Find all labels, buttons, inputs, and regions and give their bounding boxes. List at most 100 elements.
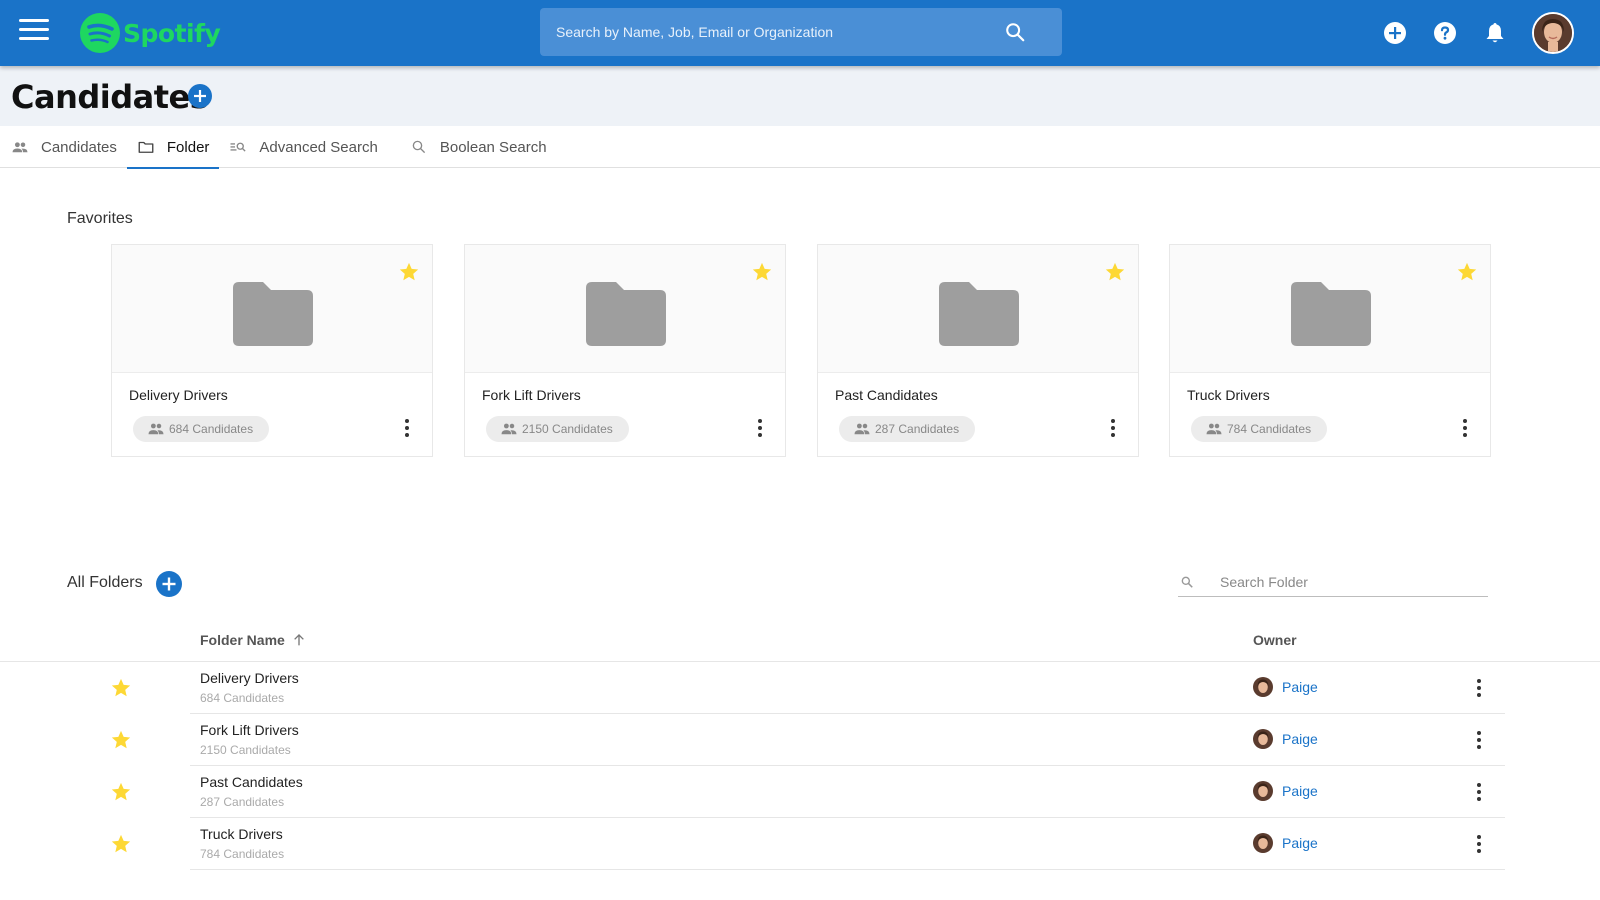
card-thumbnail bbox=[112, 245, 432, 373]
favorite-star-icon[interactable] bbox=[110, 833, 132, 855]
favorite-star-icon[interactable] bbox=[398, 261, 420, 283]
owner-link[interactable]: Paige bbox=[1253, 677, 1318, 697]
candidate-count-chip: 684 Candidates bbox=[133, 416, 270, 442]
favorite-star-icon[interactable] bbox=[110, 781, 132, 803]
candidate-count-chip: 784 Candidates bbox=[1191, 416, 1328, 442]
row-folder-name: Delivery Drivers bbox=[200, 670, 299, 686]
owner-avatar bbox=[1253, 729, 1273, 749]
hamburger-menu-icon[interactable] bbox=[19, 19, 51, 47]
top-actions bbox=[1358, 12, 1574, 54]
favorite-star-icon[interactable] bbox=[1104, 261, 1126, 283]
page-title: Candidates bbox=[11, 78, 209, 116]
tab-advanced-search[interactable]: Advanced Search bbox=[219, 126, 387, 168]
global-search-input[interactable] bbox=[556, 24, 1004, 40]
favorite-star-icon[interactable] bbox=[110, 677, 132, 699]
candidate-count-chip: 287 Candidates bbox=[839, 416, 976, 442]
table-row[interactable]: Fork Lift Drivers 2150 Candidates Paige bbox=[111, 714, 1505, 766]
candidate-count: 287 Candidates bbox=[875, 422, 960, 436]
spotify-logo-icon bbox=[80, 13, 120, 53]
more-options-icon[interactable] bbox=[1472, 831, 1486, 857]
row-candidate-count: 784 Candidates bbox=[200, 847, 285, 861]
owner-avatar bbox=[1253, 677, 1273, 697]
advanced-search-icon bbox=[230, 142, 247, 152]
row-candidate-count: 2150 Candidates bbox=[200, 743, 291, 757]
owner-name: Paige bbox=[1282, 679, 1318, 695]
search-icon bbox=[1181, 576, 1193, 588]
add-folder-icon[interactable] bbox=[156, 571, 182, 597]
owner-link[interactable]: Paige bbox=[1253, 833, 1318, 853]
card-thumbnail bbox=[465, 245, 785, 373]
tab-label: Folder bbox=[166, 138, 210, 156]
brand-logo[interactable]: Spotify bbox=[79, 12, 221, 54]
card-folder-name: Truck Drivers bbox=[1187, 387, 1270, 403]
favorite-card[interactable]: Past Candidates 287 Candidates bbox=[817, 244, 1139, 457]
more-options-icon[interactable] bbox=[400, 415, 414, 441]
candidate-count: 2150 Candidates bbox=[522, 422, 613, 436]
more-options-icon[interactable] bbox=[1472, 779, 1486, 805]
folder-search bbox=[1178, 567, 1488, 597]
card-folder-name: Delivery Drivers bbox=[129, 387, 228, 403]
more-options-icon[interactable] bbox=[1472, 727, 1486, 753]
owner-avatar bbox=[1253, 781, 1273, 801]
help-icon bbox=[1434, 22, 1456, 44]
row-candidate-count: 684 Candidates bbox=[200, 691, 285, 705]
favorite-card[interactable]: Truck Drivers 784 Candidates bbox=[1169, 244, 1491, 457]
tab-label: Candidates bbox=[41, 138, 117, 156]
folder-icon bbox=[939, 282, 1019, 346]
top-app-bar: Spotify bbox=[0, 0, 1600, 66]
owner-link[interactable]: Paige bbox=[1253, 729, 1318, 749]
favorite-star-icon[interactable] bbox=[1456, 261, 1478, 283]
owner-name: Paige bbox=[1282, 835, 1318, 851]
owner-column-header[interactable]: Owner bbox=[1253, 632, 1297, 648]
bell-icon bbox=[1486, 23, 1504, 43]
folder-icon bbox=[233, 282, 313, 346]
all-folders-heading: All Folders bbox=[67, 574, 143, 591]
tab-candidates[interactable]: Candidates bbox=[11, 126, 127, 168]
table-row[interactable]: Truck Drivers 784 Candidates Paige bbox=[111, 818, 1505, 870]
add-candidate-icon[interactable] bbox=[188, 84, 212, 108]
row-folder-name: Truck Drivers bbox=[200, 826, 283, 842]
folder-icon bbox=[1291, 282, 1371, 346]
global-search bbox=[540, 8, 1062, 56]
favorite-star-icon[interactable] bbox=[110, 729, 132, 751]
candidate-count: 684 Candidates bbox=[169, 422, 254, 436]
more-options-icon[interactable] bbox=[1458, 415, 1472, 441]
add-button[interactable] bbox=[1382, 20, 1408, 46]
candidate-count: 784 Candidates bbox=[1227, 422, 1312, 436]
page-header: Candidates bbox=[0, 66, 1600, 126]
favorite-card[interactable]: Fork Lift Drivers 2150 Candidates bbox=[464, 244, 786, 457]
column-label: Folder Name bbox=[200, 632, 285, 648]
notifications-button[interactable] bbox=[1482, 20, 1508, 46]
table-row[interactable]: Delivery Drivers 684 Candidates Paige bbox=[111, 662, 1505, 714]
people-icon bbox=[12, 142, 28, 153]
search-icon bbox=[412, 140, 425, 154]
tab-label: Advanced Search bbox=[259, 138, 378, 156]
tab-folder[interactable]: Folder bbox=[126, 126, 220, 169]
more-options-icon[interactable] bbox=[1106, 415, 1120, 441]
brand-name: Spotify bbox=[123, 18, 221, 48]
row-folder-name: Past Candidates bbox=[200, 774, 303, 790]
folder-icon bbox=[586, 282, 666, 346]
sort-ascending-icon bbox=[294, 634, 304, 646]
owner-link[interactable]: Paige bbox=[1253, 781, 1318, 801]
candidate-count-chip: 2150 Candidates bbox=[486, 416, 629, 442]
tab-label: Boolean Search bbox=[439, 138, 547, 156]
column-label: Owner bbox=[1253, 632, 1297, 648]
favorite-card[interactable]: Delivery Drivers 684 Candidates bbox=[111, 244, 433, 457]
folder-name-column-header[interactable]: Folder Name bbox=[200, 632, 307, 648]
more-options-icon[interactable] bbox=[753, 415, 767, 441]
owner-name: Paige bbox=[1282, 783, 1318, 799]
folder-search-input[interactable] bbox=[1220, 573, 1488, 590]
tab-bar: Candidates Folder Advanced Search Boolea… bbox=[0, 126, 1600, 169]
favorites-heading: Favorites bbox=[67, 210, 133, 227]
tab-boolean-search[interactable]: Boolean Search bbox=[400, 126, 557, 168]
table-row[interactable]: Past Candidates 287 Candidates Paige bbox=[111, 766, 1505, 818]
table-header: Folder Name Owner bbox=[0, 620, 1600, 662]
help-button[interactable] bbox=[1432, 20, 1458, 46]
more-options-icon[interactable] bbox=[1472, 675, 1486, 701]
user-avatar[interactable] bbox=[1532, 12, 1574, 54]
search-icon[interactable] bbox=[1004, 21, 1026, 43]
favorite-star-icon[interactable] bbox=[751, 261, 773, 283]
user-photo-icon bbox=[1534, 14, 1572, 52]
owner-name: Paige bbox=[1282, 731, 1318, 747]
